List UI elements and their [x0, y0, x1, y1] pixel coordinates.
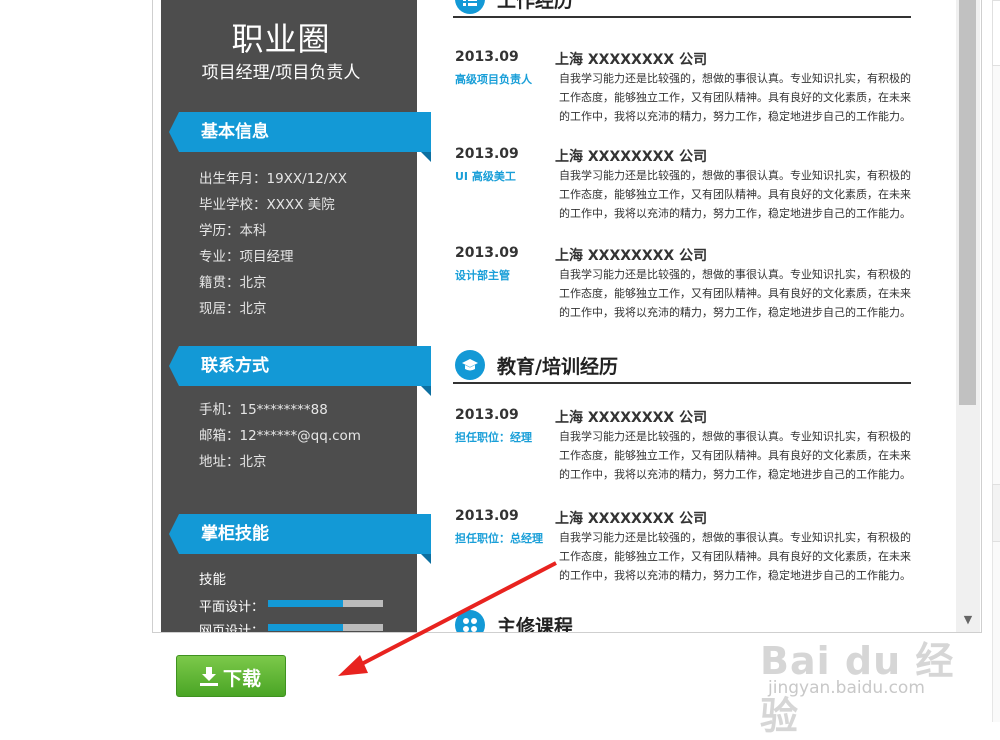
- entry-description: 自我学习能力还是比较强的，想做的事很认真。专业知识扎实，有积极的工作态度，能够独…: [559, 169, 911, 220]
- section-contact-header: 联系方式: [169, 346, 431, 396]
- red-annotation-arrow: [338, 561, 557, 676]
- entry-date: 2013.09: [455, 508, 519, 524]
- download-icon: [200, 667, 218, 686]
- preview-scrollbar[interactable]: ▼: [956, 0, 980, 632]
- resume-position: 项目经理/项目负责人: [201, 63, 361, 83]
- entry-company: 上海 XXXXXXXX 公司: [555, 149, 708, 165]
- entry-role: 高级项目负责人: [455, 73, 532, 86]
- entry-description: 自我学习能力还是比较强的，想做的事很认真。专业知识扎实，有积极的工作态度，能够独…: [559, 268, 911, 319]
- entry-date: 2013.09: [455, 407, 519, 423]
- graduation-cap-icon: [455, 350, 485, 380]
- entry-date: 2013.09: [455, 49, 519, 65]
- right-panel-box: [992, 0, 1000, 66]
- education-entry: 2013.09 上海 XXXXXXXX 公司 担任职位：经理 自我学习能力还是比…: [455, 407, 915, 487]
- section-education-title: 教育/培训经历: [453, 348, 911, 384]
- contact-item: 手机：15********88: [199, 402, 328, 418]
- entry-role: 设计部主管: [455, 269, 510, 282]
- work-entry: 2013.09 上海 XXXXXXXX 公司 高级项目负责人 自我学习能力还是比…: [455, 49, 915, 129]
- resume-sidebar: 职业圈 项目经理/项目负责人 基本信息 出生年月：19XX/12/XX 毕业学校…: [161, 0, 431, 633]
- contact-item: 地址：北京: [199, 454, 267, 470]
- entry-description: 自我学习能力还是比较强的，想做的事很认真。专业知识扎实，有积极的工作态度，能够独…: [559, 531, 911, 582]
- skill-label: 网页设计：: [199, 624, 265, 633]
- download-button-label: 下载: [223, 669, 262, 690]
- entry-company: 上海 XXXXXXXX 公司: [555, 410, 708, 426]
- skills-subtitle: 技能: [199, 572, 226, 588]
- entry-role: UI 高级美工: [455, 170, 516, 183]
- basic-info-item: 出生年月：19XX/12/XX: [199, 171, 347, 187]
- section-skills-header: 掌柜技能: [169, 514, 431, 564]
- basic-info-item: 籍贯：北京: [199, 275, 267, 291]
- entry-date: 2013.09: [455, 146, 519, 162]
- right-panel-box: [992, 484, 1000, 542]
- resume-main: 工作经历 2013.09 上海 XXXXXXXX 公司 高级项目负责人 自我学习…: [453, 0, 913, 632]
- entry-description: 自我学习能力还是比较强的，想做的事很认真。专业知识扎实，有积极的工作态度，能够独…: [559, 430, 911, 481]
- scrollbar-thumb[interactable]: [959, 0, 976, 405]
- section-work-title: 工作经历: [453, 0, 911, 18]
- entry-company: 上海 XXXXXXXX 公司: [555, 52, 708, 68]
- basic-info-item: 现居：北京: [199, 301, 267, 317]
- entry-role: 担任职位：经理: [455, 431, 532, 444]
- work-entry: 2013.09 上海 XXXXXXXX 公司 UI 高级美工 自我学习能力还是比…: [455, 146, 915, 226]
- entry-role: 担任职位：总经理: [455, 532, 543, 545]
- resume-name: 职业圈: [231, 20, 331, 58]
- baidu-watermark: Bai du 经验 jingyan.baidu.com: [760, 616, 990, 738]
- entry-date: 2013.09: [455, 245, 519, 261]
- entry-description: 自我学习能力还是比较强的，想做的事很认真。专业知识扎实，有积极的工作态度，能够独…: [559, 72, 911, 123]
- skill-label: 平面设计：: [199, 600, 265, 615]
- entry-company: 上海 XXXXXXXX 公司: [555, 248, 708, 264]
- section-basic-info-header: 基本信息: [169, 112, 431, 162]
- section-work-title-text: 工作经历: [497, 0, 574, 12]
- watermark-url: jingyan.baidu.com: [768, 678, 925, 698]
- basic-info-item: 毕业学校：XXXX 美院: [199, 197, 335, 213]
- page-right-edge: [992, 0, 1000, 722]
- list-icon: [455, 0, 485, 14]
- work-entry: 2013.09 上海 XXXXXXXX 公司 设计部主管 自我学习能力还是比较强…: [455, 245, 915, 325]
- basic-info-item: 专业：项目经理: [199, 249, 294, 265]
- basic-info-item: 学历：本科: [199, 223, 267, 239]
- download-button[interactable]: 下载: [176, 655, 286, 697]
- entry-company: 上海 XXXXXXXX 公司: [555, 511, 708, 527]
- contact-item: 邮箱：12******@qq.com: [199, 428, 361, 444]
- resume-preview-frame: 职业圈 项目经理/项目负责人 基本信息 出生年月：19XX/12/XX 毕业学校…: [152, 0, 982, 633]
- section-education-title-text: 教育/培训经历: [497, 356, 618, 378]
